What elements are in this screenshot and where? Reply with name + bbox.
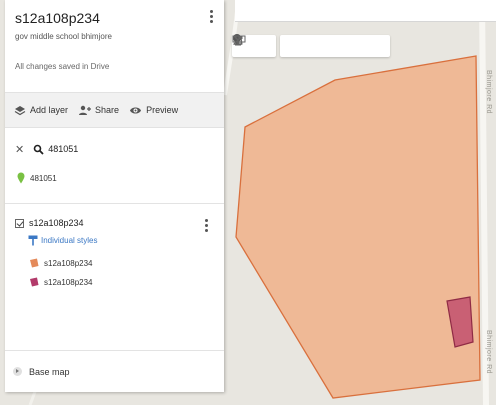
add-marker-button[interactable] xyxy=(233,34,324,57)
pin-icon xyxy=(17,172,25,184)
search-term[interactable]: 481051 xyxy=(48,144,78,154)
layer-header: s12a108p234 xyxy=(15,218,214,228)
map-side-panel: s12a108p234 gov middle school bhimjore A… xyxy=(5,0,224,392)
road-label: Bhimjore Rd xyxy=(485,330,492,375)
more-options-icon[interactable] xyxy=(210,10,214,23)
ruler-icon xyxy=(232,35,246,43)
drawing-toolbar xyxy=(232,34,394,58)
expand-arrow-icon xyxy=(13,367,22,376)
polygon-icon xyxy=(30,277,39,287)
share-button[interactable]: Share xyxy=(78,105,119,116)
measure-button[interactable] xyxy=(232,35,390,57)
base-map-label: Base map xyxy=(29,366,70,377)
add-layer-label: Add layer xyxy=(30,105,69,115)
directions-button[interactable] xyxy=(233,35,368,57)
search-result-label: 481051 xyxy=(30,173,57,183)
panel-actions: Add layer Share Preview xyxy=(5,92,224,128)
layers-icon xyxy=(14,105,26,115)
feature-item[interactable]: s12a108p234 xyxy=(15,258,214,268)
feature-label: s12a108p234 xyxy=(44,258,93,268)
tools-group xyxy=(232,34,390,57)
parcel-polygon[interactable] xyxy=(235,55,481,399)
eye-icon xyxy=(130,107,142,113)
base-map-toggle[interactable]: Base map xyxy=(5,350,224,392)
add-layer-button[interactable]: Add layer xyxy=(14,105,68,116)
layer-name[interactable]: s12a108p234 xyxy=(29,218,84,228)
polygon-icon xyxy=(30,258,39,268)
preview-button[interactable]: Preview xyxy=(129,105,178,116)
draw-line-button[interactable] xyxy=(232,35,346,57)
layer-item: s12a108p234 Individual styles s12a108p23… xyxy=(5,204,224,328)
map-description[interactable]: gov middle school bhimjore xyxy=(15,32,214,41)
search-layer-row: ✕ 481051 xyxy=(5,141,224,157)
preview-label: Preview xyxy=(146,105,179,115)
road-label: Bhimjore Rd xyxy=(485,70,492,115)
paint-roller-icon xyxy=(28,235,38,246)
layer-style-button[interactable]: Individual styles xyxy=(15,235,214,246)
layer-options-icon[interactable] xyxy=(205,219,208,232)
layer-visibility-checkbox[interactable] xyxy=(15,218,24,228)
redo-button[interactable] xyxy=(234,35,276,57)
map-top-bar xyxy=(235,0,496,22)
layer-style-label: Individual styles xyxy=(41,236,98,245)
search-result-item[interactable]: 481051 xyxy=(5,170,224,186)
close-icon[interactable]: ✕ xyxy=(15,143,24,156)
feature-label: s12a108p234 xyxy=(44,277,93,287)
map-title[interactable]: s12a108p234 xyxy=(15,10,214,26)
save-status: All changes saved in Drive xyxy=(15,62,110,71)
feature-item[interactable]: s12a108p234 xyxy=(15,277,214,287)
share-label: Share xyxy=(95,105,120,115)
panel-header: s12a108p234 gov middle school bhimjore A… xyxy=(5,0,224,92)
search-icon xyxy=(33,144,44,155)
select-button[interactable] xyxy=(234,35,302,57)
person-add-icon xyxy=(79,105,92,115)
